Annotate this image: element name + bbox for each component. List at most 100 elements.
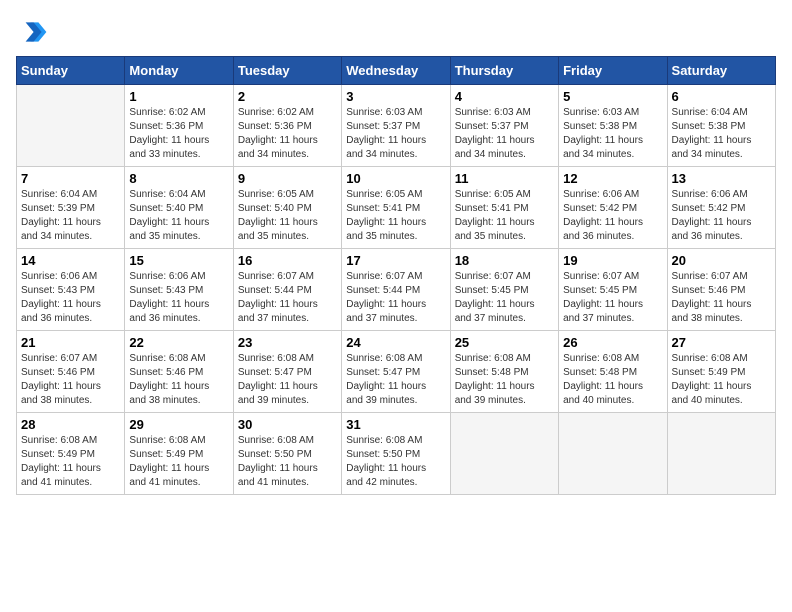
header [16,16,776,48]
calendar-header-row: SundayMondayTuesdayWednesdayThursdayFrid… [17,57,776,85]
day-number: 9 [238,171,337,186]
calendar-cell: 17Sunrise: 6:07 AM Sunset: 5:44 PM Dayli… [342,249,450,331]
day-detail: Sunrise: 6:03 AM Sunset: 5:37 PM Dayligh… [455,106,554,162]
calendar-cell: 11 Sunrise: 6:05 AM Sunset: 5:41 PM Dayli… [450,167,558,249]
day-number: 2 [238,89,337,104]
day-detail: Sunrise: 6:04 AM Sunset: 5:38 PM Dayligh… [672,106,771,162]
day-number: 22 [129,335,228,350]
header-day-saturday: Saturday [667,57,775,85]
day-detail: Sunrise: 6:04 AM Sunset: 5:40 PM Dayligh… [129,188,228,244]
day-number: 30 [238,417,337,432]
day-detail: Sunrise: 6:03 AM Sunset: 5:37 PM Dayligh… [346,106,445,162]
logo [16,16,50,48]
calendar-cell: 31 Sunrise: 6:08 AM Sunset: 5:50 PM Dayli… [342,413,450,495]
day-number: 23 [238,335,337,350]
day-number: 27 [672,335,771,350]
day-number: 10 [346,171,445,186]
calendar-cell: 20 Sunrise: 6:07 AM Sunset: 5:46 PM Dayli… [667,249,775,331]
day-number: 21 [21,335,120,350]
calendar-cell: 10Sunrise: 6:05 AM Sunset: 5:41 PM Dayli… [342,167,450,249]
week-row-2: 7 Sunrise: 6:04 AM Sunset: 5:39 PM Daylig… [17,167,776,249]
day-detail: Sunrise: 6:08 AM Sunset: 5:50 PM Dayligh… [346,434,445,490]
day-number: 26 [563,335,662,350]
day-detail: Sunrise: 6:08 AM Sunset: 5:50 PM Dayligh… [238,434,337,490]
week-row-3: 14 Sunrise: 6:06 AM Sunset: 5:43 PM Dayli… [17,249,776,331]
day-number: 5 [563,89,662,104]
day-number: 3 [346,89,445,104]
calendar-cell: 6 Sunrise: 6:04 AM Sunset: 5:38 PM Daylig… [667,85,775,167]
calendar-cell [17,85,125,167]
calendar-cell: 24 Sunrise: 6:08 AM Sunset: 5:47 PM Dayli… [342,331,450,413]
day-detail: Sunrise: 6:07 AM Sunset: 5:46 PM Dayligh… [21,352,120,408]
day-number: 7 [21,171,120,186]
calendar-cell: 12 Sunrise: 6:06 AM Sunset: 5:42 PM Dayli… [559,167,667,249]
day-number: 19 [563,253,662,268]
day-number: 25 [455,335,554,350]
day-number: 13 [672,171,771,186]
header-day-monday: Monday [125,57,233,85]
day-number: 20 [672,253,771,268]
calendar-cell: 9 Sunrise: 6:05 AM Sunset: 5:40 PM Daylig… [233,167,341,249]
calendar-cell: 21 Sunrise: 6:07 AM Sunset: 5:46 PM Dayli… [17,331,125,413]
header-day-friday: Friday [559,57,667,85]
calendar-cell: 1 Sunrise: 6:02 AM Sunset: 5:36 PM Daylig… [125,85,233,167]
day-detail: Sunrise: 6:08 AM Sunset: 5:47 PM Dayligh… [346,352,445,408]
calendar-cell [450,413,558,495]
calendar-cell: 14 Sunrise: 6:06 AM Sunset: 5:43 PM Dayli… [17,249,125,331]
day-detail: Sunrise: 6:06 AM Sunset: 5:42 PM Dayligh… [563,188,662,244]
header-day-sunday: Sunday [17,57,125,85]
day-number: 1 [129,89,228,104]
day-detail: Sunrise: 6:07 AM Sunset: 5:44 PM Dayligh… [238,270,337,326]
calendar-cell: 16Sunrise: 6:07 AM Sunset: 5:44 PM Dayli… [233,249,341,331]
day-detail: Sunrise: 6:08 AM Sunset: 5:49 PM Dayligh… [672,352,771,408]
calendar-cell: 2Sunrise: 6:02 AM Sunset: 5:36 PM Daylig… [233,85,341,167]
calendar-cell: 4 Sunrise: 6:03 AM Sunset: 5:37 PM Daylig… [450,85,558,167]
day-number: 11 [455,171,554,186]
day-number: 15 [129,253,228,268]
day-number: 6 [672,89,771,104]
calendar-cell: 22 Sunrise: 6:08 AM Sunset: 5:46 PM Dayli… [125,331,233,413]
day-number: 24 [346,335,445,350]
day-detail: Sunrise: 6:06 AM Sunset: 5:43 PM Dayligh… [21,270,120,326]
day-detail: Sunrise: 6:05 AM Sunset: 5:41 PM Dayligh… [455,188,554,244]
header-day-wednesday: Wednesday [342,57,450,85]
calendar-cell: 19 Sunrise: 6:07 AM Sunset: 5:45 PM Dayli… [559,249,667,331]
calendar-cell: 18Sunrise: 6:07 AM Sunset: 5:45 PM Dayli… [450,249,558,331]
day-detail: Sunrise: 6:03 AM Sunset: 5:38 PM Dayligh… [563,106,662,162]
day-number: 12 [563,171,662,186]
day-detail: Sunrise: 6:08 AM Sunset: 5:46 PM Dayligh… [129,352,228,408]
calendar-cell: 13 Sunrise: 6:06 AM Sunset: 5:42 PM Dayli… [667,167,775,249]
calendar-cell: 7 Sunrise: 6:04 AM Sunset: 5:39 PM Daylig… [17,167,125,249]
calendar-cell: 3 Sunrise: 6:03 AM Sunset: 5:37 PM Daylig… [342,85,450,167]
header-day-tuesday: Tuesday [233,57,341,85]
day-detail: Sunrise: 6:08 AM Sunset: 5:47 PM Dayligh… [238,352,337,408]
day-number: 14 [21,253,120,268]
day-number: 4 [455,89,554,104]
day-detail: Sunrise: 6:08 AM Sunset: 5:48 PM Dayligh… [563,352,662,408]
calendar-cell: 8 Sunrise: 6:04 AM Sunset: 5:40 PM Daylig… [125,167,233,249]
day-detail: Sunrise: 6:06 AM Sunset: 5:43 PM Dayligh… [129,270,228,326]
day-detail: Sunrise: 6:08 AM Sunset: 5:49 PM Dayligh… [129,434,228,490]
day-detail: Sunrise: 6:02 AM Sunset: 5:36 PM Dayligh… [129,106,228,162]
day-number: 8 [129,171,228,186]
day-detail: Sunrise: 6:06 AM Sunset: 5:42 PM Dayligh… [672,188,771,244]
day-detail: Sunrise: 6:07 AM Sunset: 5:46 PM Dayligh… [672,270,771,326]
day-detail: Sunrise: 6:07 AM Sunset: 5:45 PM Dayligh… [563,270,662,326]
calendar-cell: 26 Sunrise: 6:08 AM Sunset: 5:48 PM Dayli… [559,331,667,413]
day-detail: Sunrise: 6:04 AM Sunset: 5:39 PM Dayligh… [21,188,120,244]
logo-icon [16,16,48,48]
day-number: 31 [346,417,445,432]
day-number: 28 [21,417,120,432]
calendar-cell: 15 Sunrise: 6:06 AM Sunset: 5:43 PM Dayli… [125,249,233,331]
calendar-cell [667,413,775,495]
calendar-cell: 25Sunrise: 6:08 AM Sunset: 5:48 PM Dayli… [450,331,558,413]
day-detail: Sunrise: 6:07 AM Sunset: 5:44 PM Dayligh… [346,270,445,326]
calendar-cell: 23 Sunrise: 6:08 AM Sunset: 5:47 PM Dayli… [233,331,341,413]
day-detail: Sunrise: 6:07 AM Sunset: 5:45 PM Dayligh… [455,270,554,326]
calendar-cell: 5 Sunrise: 6:03 AM Sunset: 5:38 PM Daylig… [559,85,667,167]
week-row-5: 28 Sunrise: 6:08 AM Sunset: 5:49 PM Dayli… [17,413,776,495]
day-detail: Sunrise: 6:05 AM Sunset: 5:40 PM Dayligh… [238,188,337,244]
calendar-cell: 27 Sunrise: 6:08 AM Sunset: 5:49 PM Dayli… [667,331,775,413]
day-detail: Sunrise: 6:08 AM Sunset: 5:49 PM Dayligh… [21,434,120,490]
calendar-cell: 28 Sunrise: 6:08 AM Sunset: 5:49 PM Dayli… [17,413,125,495]
